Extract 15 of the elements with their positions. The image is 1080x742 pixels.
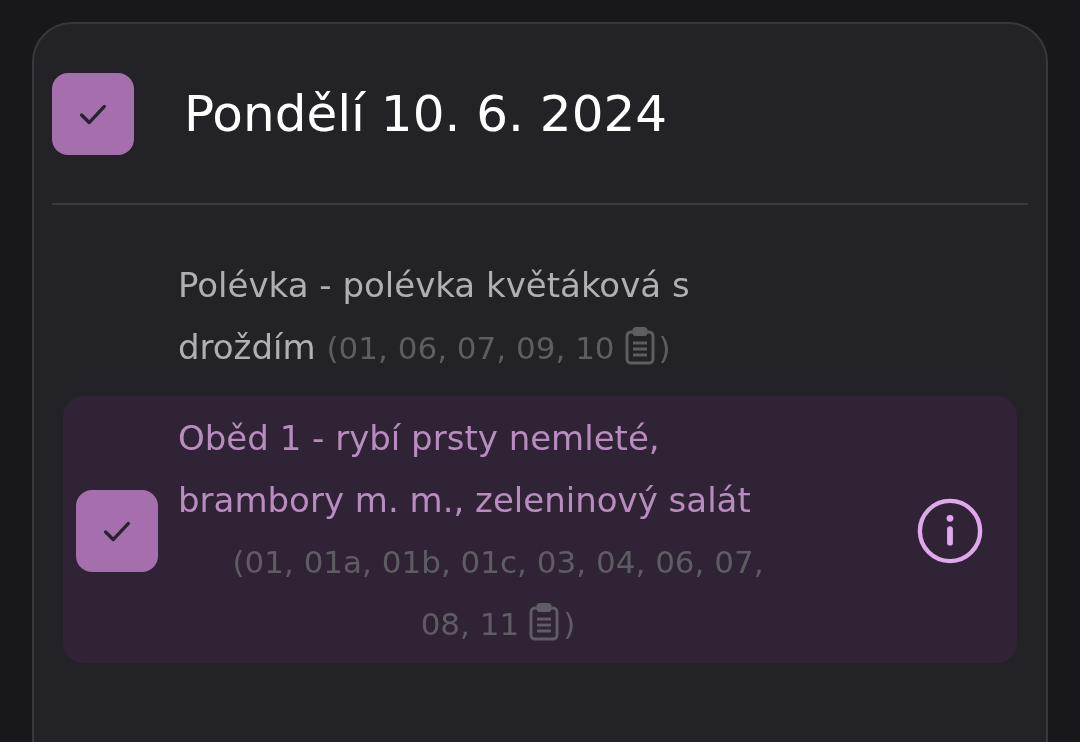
- meal-name: droždím: [178, 327, 316, 367]
- clipboard-icon: [624, 327, 655, 365]
- allergen-bracket: ): [658, 330, 671, 366]
- checkbox[interactable]: [76, 490, 158, 572]
- allergen-list: 08, 11: [420, 606, 520, 642]
- allergen-bracket: ): [563, 606, 576, 642]
- meal-name: Oběd 1 - rybí prsty nemleté, brambory m. m., zeleninový salát: [178, 417, 752, 522]
- allergen-list: (01, 06, 07, 09, 10: [326, 330, 615, 366]
- clipboard-icon: [529, 603, 560, 641]
- checkbox[interactable]: [52, 73, 134, 155]
- meal-name: Polévka - polévka květáková s: [178, 264, 691, 307]
- info-icon[interactable]: [916, 497, 984, 565]
- allergen-list: (01, 01a, 01b, 01c, 03, 04, 06, 07,: [232, 544, 764, 580]
- day-title: Pondělí 10. 6. 2024: [184, 85, 668, 143]
- meal-row[interactable]: Oběd 1 - rybí prsty nemleté, brambory m. m., zeleninový salát (01, 01a, 01b, 01c, 03, 04, 06, 07, 08, 11 ): [63, 396, 1017, 663]
